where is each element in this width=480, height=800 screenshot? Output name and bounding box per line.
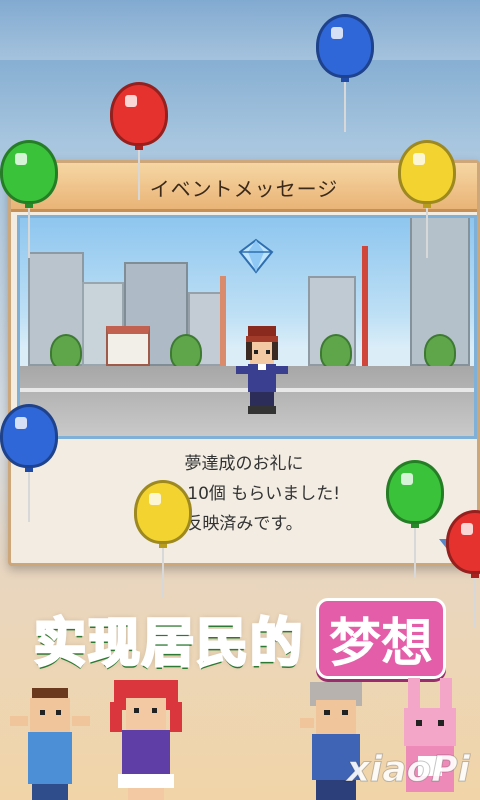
resident-character <box>236 326 288 414</box>
balloon-yellow <box>134 480 192 598</box>
resident-character <box>10 688 90 800</box>
balloon-green <box>0 140 58 258</box>
balloon-blue <box>316 14 374 132</box>
balloon-yellow <box>398 140 456 258</box>
diamond-icon <box>238 238 274 274</box>
balloon-red <box>110 82 168 200</box>
resident-character <box>110 680 182 800</box>
construction-crane <box>362 246 368 366</box>
watermark: xiaoPi <box>346 749 470 791</box>
tree <box>170 334 202 370</box>
banner-accent-text: 梦想 <box>316 598 447 679</box>
promo-banner: 实现居民的 梦想 <box>0 598 480 679</box>
tree <box>50 334 82 370</box>
character-lineup: xiaoPi <box>0 676 480 800</box>
top-bar <box>0 0 480 60</box>
tower <box>220 276 226 366</box>
balloon-green <box>386 460 444 578</box>
banner-main-text: 实现居民的 <box>32 613 304 676</box>
tree <box>320 334 352 370</box>
balloon-blue <box>0 404 58 522</box>
house <box>106 326 150 366</box>
tree <box>424 334 456 370</box>
